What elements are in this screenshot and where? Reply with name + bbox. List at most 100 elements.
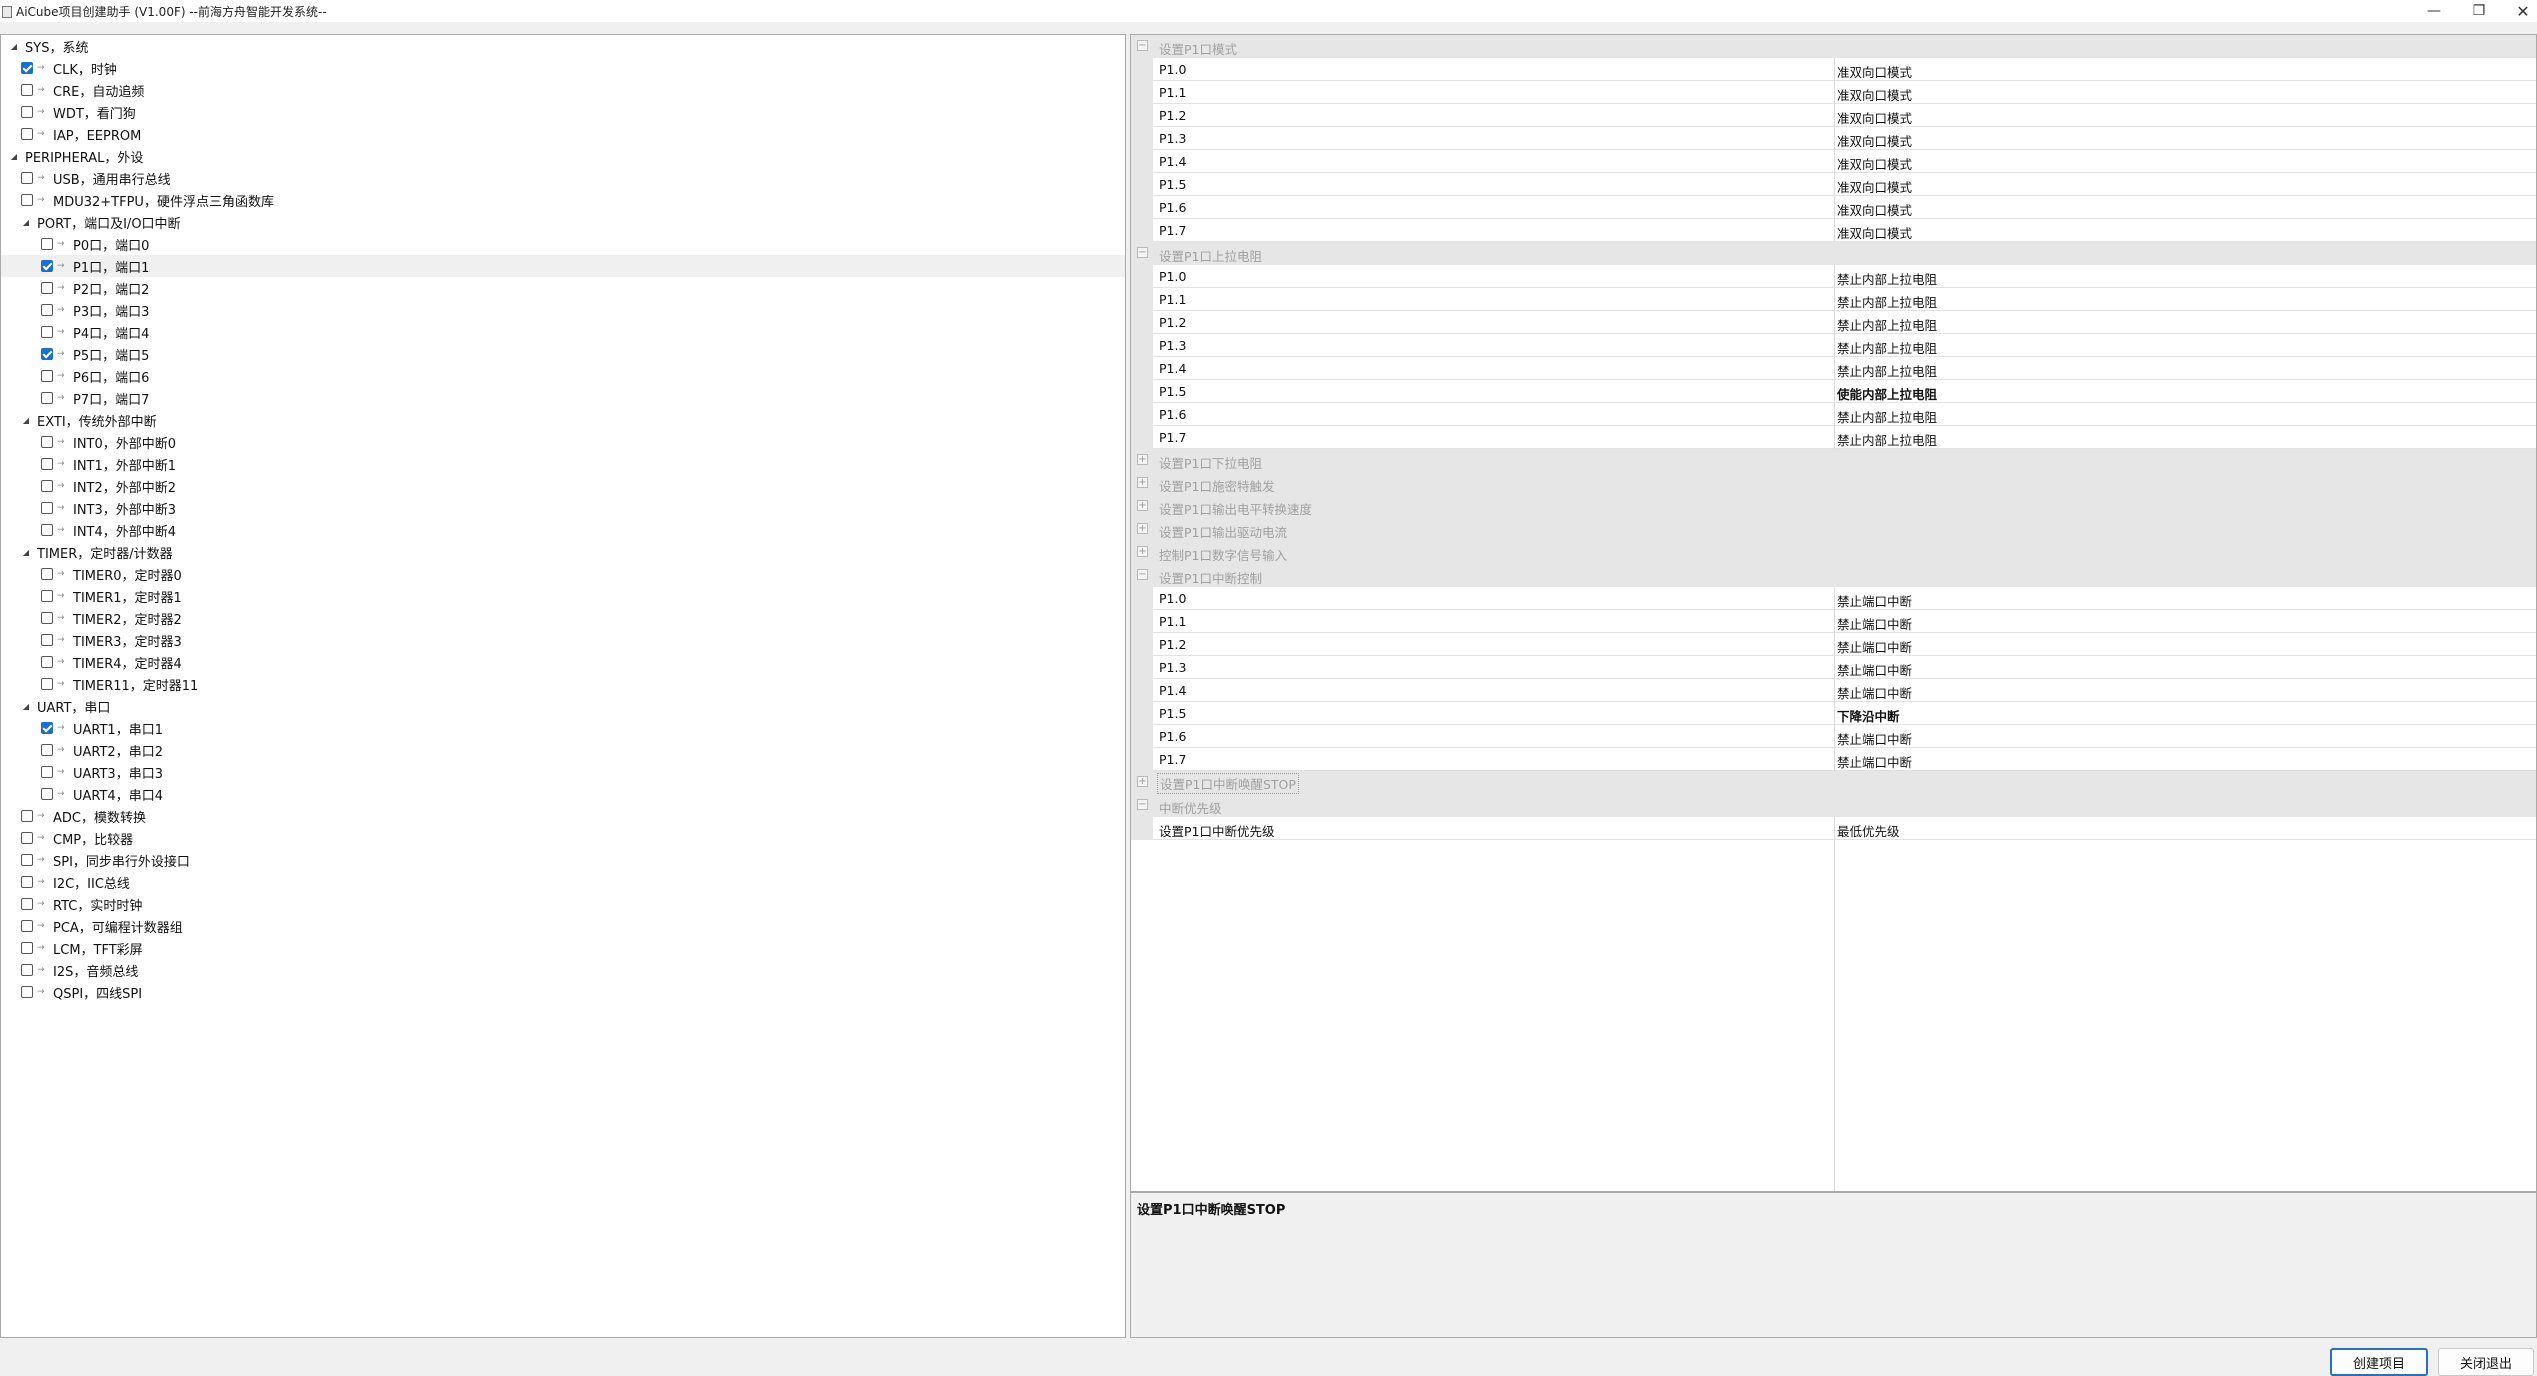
tree-item[interactable]: → I2S，音频总线 bbox=[1, 959, 138, 981]
module-checkbox[interactable] bbox=[21, 810, 33, 822]
property-row[interactable]: P1.6 禁止内部上拉电阻 bbox=[1131, 403, 2536, 426]
tree-item[interactable]: → INT4，外部中断4 bbox=[1, 519, 176, 541]
property-row[interactable]: P1.2 准双向口模式 bbox=[1131, 104, 2536, 127]
property-value[interactable]: 禁止端口中断 bbox=[1837, 614, 1912, 633]
module-checkbox[interactable] bbox=[41, 612, 53, 624]
column-splitter[interactable] bbox=[1834, 817, 1835, 840]
property-value[interactable]: 禁止端口中断 bbox=[1837, 752, 1912, 771]
module-checkbox[interactable] bbox=[21, 876, 33, 888]
property-row[interactable]: P1.2 禁止端口中断 bbox=[1131, 633, 2536, 656]
collapse-arrow-icon[interactable]: ◢ bbox=[21, 217, 31, 227]
module-checkbox[interactable] bbox=[41, 348, 53, 360]
module-checkbox[interactable] bbox=[41, 678, 53, 690]
module-checkbox[interactable] bbox=[21, 172, 33, 184]
tree-item[interactable]: → ADC，模数转换 bbox=[1, 805, 146, 827]
module-checkbox[interactable] bbox=[21, 106, 33, 118]
module-checkbox[interactable] bbox=[21, 986, 33, 998]
column-splitter[interactable] bbox=[1834, 403, 1835, 426]
minimize-button[interactable]: — bbox=[2411, 0, 2457, 22]
column-splitter[interactable] bbox=[1834, 357, 1835, 380]
module-checkbox[interactable] bbox=[21, 194, 33, 206]
collapse-icon[interactable]: − bbox=[1137, 799, 1148, 810]
column-splitter[interactable] bbox=[1834, 748, 1835, 771]
property-row[interactable]: P1.5 准双向口模式 bbox=[1131, 173, 2536, 196]
tree-item[interactable]: → INT3，外部中断3 bbox=[1, 497, 176, 519]
collapse-arrow-icon[interactable]: ◢ bbox=[21, 701, 31, 711]
column-splitter[interactable] bbox=[1834, 173, 1835, 196]
module-checkbox[interactable] bbox=[41, 766, 53, 778]
column-splitter[interactable] bbox=[1834, 380, 1835, 403]
column-splitter[interactable] bbox=[1834, 127, 1835, 150]
tree-item[interactable]: → P5口，端口5 bbox=[1, 343, 149, 365]
column-splitter[interactable] bbox=[1834, 633, 1835, 656]
property-category[interactable]: + 设置P1口输出驱动电流 bbox=[1131, 518, 2536, 541]
property-category[interactable]: + 设置P1口中断唤醒STOP bbox=[1131, 771, 2536, 794]
column-splitter[interactable] bbox=[1834, 311, 1835, 334]
tree-item[interactable]: → P2口，端口2 bbox=[1, 277, 149, 299]
property-category[interactable]: + 设置P1口输出电平转换速度 bbox=[1131, 495, 2536, 518]
property-category[interactable]: + 设置P1口下拉电阻 bbox=[1131, 449, 2536, 472]
property-value[interactable]: 准双向口模式 bbox=[1837, 131, 1912, 150]
module-checkbox[interactable] bbox=[21, 832, 33, 844]
module-checkbox[interactable] bbox=[21, 854, 33, 866]
module-checkbox[interactable] bbox=[41, 502, 53, 514]
property-category[interactable]: + 控制P1口数字信号输入 bbox=[1131, 541, 2536, 564]
collapse-icon[interactable]: − bbox=[1137, 247, 1148, 258]
column-splitter[interactable] bbox=[1834, 288, 1835, 311]
collapse-arrow-icon[interactable]: ◢ bbox=[21, 547, 31, 557]
module-checkbox[interactable] bbox=[41, 656, 53, 668]
module-checkbox[interactable] bbox=[41, 458, 53, 470]
property-value[interactable]: 准双向口模式 bbox=[1837, 108, 1912, 127]
module-checkbox[interactable] bbox=[41, 480, 53, 492]
property-category[interactable]: − 中断优先级 bbox=[1131, 794, 2536, 817]
property-row[interactable]: P1.6 准双向口模式 bbox=[1131, 196, 2536, 219]
property-value[interactable]: 禁止内部上拉电阻 bbox=[1837, 315, 1937, 334]
expand-icon[interactable]: + bbox=[1137, 477, 1148, 488]
tree-item[interactable]: → TIMER0，定时器0 bbox=[1, 563, 182, 585]
tree-item[interactable]: → USB，通用串行总线 bbox=[1, 167, 171, 189]
property-grid[interactable]: − 设置P1口模式 P1.0 准双向口模式 P1.1 准双向口模式 P1.2 准双向口模式 P1… bbox=[1130, 34, 2537, 1192]
expand-icon[interactable]: + bbox=[1137, 546, 1148, 557]
column-splitter[interactable] bbox=[1834, 610, 1835, 633]
module-checkbox[interactable] bbox=[41, 370, 53, 382]
property-row[interactable]: P1.3 准双向口模式 bbox=[1131, 127, 2536, 150]
property-row[interactable]: P1.0 禁止端口中断 bbox=[1131, 587, 2536, 610]
tree-item[interactable]: → MDU32+TFPU，硬件浮点三角函数库 bbox=[1, 189, 274, 211]
module-checkbox[interactable] bbox=[21, 128, 33, 140]
tree-item[interactable]: → P6口，端口6 bbox=[1, 365, 149, 387]
property-value[interactable]: 禁止内部上拉电阻 bbox=[1837, 407, 1937, 426]
property-value[interactable]: 禁止内部上拉电阻 bbox=[1837, 292, 1937, 311]
module-checkbox[interactable] bbox=[21, 920, 33, 932]
property-value[interactable]: 禁止端口中断 bbox=[1837, 637, 1912, 656]
tree-item[interactable]: → UART4，串口4 bbox=[1, 783, 163, 805]
tree-item[interactable]: → RTC，实时时钟 bbox=[1, 893, 142, 915]
property-row[interactable]: P1.1 禁止内部上拉电阻 bbox=[1131, 288, 2536, 311]
tree-item[interactable]: → P4口，端口4 bbox=[1, 321, 149, 343]
property-row[interactable]: P1.5 下降沿中断 bbox=[1131, 702, 2536, 725]
collapse-arrow-icon[interactable]: ◢ bbox=[21, 415, 31, 425]
tree-item[interactable]: → P7口，端口7 bbox=[1, 387, 149, 409]
property-row[interactable]: P1.0 禁止内部上拉电阻 bbox=[1131, 265, 2536, 288]
property-value[interactable]: 准双向口模式 bbox=[1837, 177, 1912, 196]
property-value[interactable]: 最低优先级 bbox=[1837, 821, 1900, 840]
tree-item[interactable]: → P1口，端口1 bbox=[1, 255, 1125, 277]
tree-item[interactable]: → UART1，串口1 bbox=[1, 717, 163, 739]
module-checkbox[interactable] bbox=[41, 238, 53, 250]
expand-icon[interactable]: + bbox=[1137, 500, 1148, 511]
tree-group[interactable]: ◢ UART，串口 bbox=[1, 695, 111, 717]
module-checkbox[interactable] bbox=[41, 282, 53, 294]
module-checkbox[interactable] bbox=[21, 62, 33, 74]
column-splitter[interactable] bbox=[1834, 656, 1835, 679]
property-category[interactable]: − 设置P1口上拉电阻 bbox=[1131, 242, 2536, 265]
tree-item[interactable]: → PCA，可编程计数器组 bbox=[1, 915, 183, 937]
column-splitter[interactable] bbox=[1834, 265, 1835, 288]
property-row[interactable]: 设置P1口中断优先级 最低优先级 bbox=[1131, 817, 2536, 840]
property-value[interactable]: 禁止端口中断 bbox=[1837, 660, 1912, 679]
expand-icon[interactable]: + bbox=[1137, 454, 1148, 465]
tree-group[interactable]: ◢ TIMER，定时器/计数器 bbox=[1, 541, 173, 563]
module-checkbox[interactable] bbox=[41, 304, 53, 316]
column-splitter[interactable] bbox=[1834, 58, 1835, 81]
tree-item[interactable]: → TIMER3，定时器3 bbox=[1, 629, 182, 651]
tree-item[interactable]: → UART3，串口3 bbox=[1, 761, 163, 783]
column-splitter[interactable] bbox=[1834, 150, 1835, 173]
